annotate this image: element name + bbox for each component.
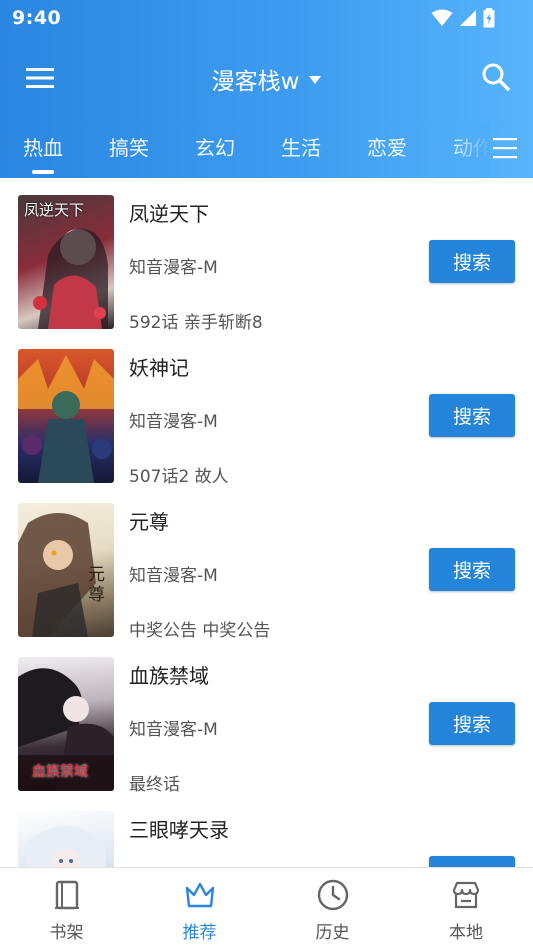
comic-item[interactable]: 元尊 元尊 知音漫客-M 中奖公告 中奖公告 搜索 <box>0 486 533 641</box>
nav-label: 推荐 <box>182 923 217 943</box>
comic-cover: 凤逆天下 <box>18 195 114 329</box>
comic-item[interactable]: 血族禁域 血族禁域 知音漫客-M 最终话 搜索 <box>0 640 533 795</box>
comic-latest-chapter: 507话2 故人 <box>129 467 229 487</box>
comic-latest-chapter: 592话 亲手斩断8 <box>129 313 263 333</box>
app-header: 9:40 漫客栈w 热血 搞笑 玄幻 生活 恋爱 动作 <box>0 0 533 178</box>
more-categories-button[interactable] <box>491 132 521 164</box>
search-icon <box>482 63 510 91</box>
status-icons <box>431 8 495 28</box>
comic-cover: 血族禁域 <box>18 657 114 791</box>
crown-icon <box>185 882 214 908</box>
bottom-navigation: 书架 推荐 历史 本地 <box>0 867 533 949</box>
comic-list: 凤逆天下 凤逆天下 知音漫客-M 592话 亲手斩断8 搜索 妖神记 知音漫客-… <box>0 178 533 867</box>
search-button[interactable] <box>479 60 513 94</box>
comic-source: 知音漫客-M <box>129 566 218 586</box>
tab-rexue[interactable]: 热血 <box>23 132 63 161</box>
list-menu-icon <box>493 138 517 159</box>
nav-label: 历史 <box>315 923 350 943</box>
cover-title: 元尊 <box>88 565 105 605</box>
tab-lianai[interactable]: 恋爱 <box>367 132 407 161</box>
comic-source: 知音漫客-M <box>129 720 218 740</box>
comic-item[interactable]: 妖神记 知音漫客-M 507话2 故人 搜索 <box>0 332 533 487</box>
search-comic-button[interactable]: 搜索 <box>429 702 515 745</box>
comic-title: 凤逆天下 <box>129 202 209 226</box>
comic-title: 血族禁域 <box>129 664 209 688</box>
comic-source: 知音漫客-M <box>129 412 218 432</box>
bookshelf-icon <box>54 880 79 910</box>
source-selector[interactable]: 漫客栈w <box>0 62 533 96</box>
clock-icon <box>317 879 348 911</box>
tab-xuanhuan[interactable]: 玄幻 <box>195 132 235 161</box>
nav-bookshelf[interactable]: 书架 <box>0 868 133 949</box>
comic-item[interactable]: 三眼哮天录 搜索 <box>0 794 533 867</box>
tab-gaoxiao[interactable]: 搞笑 <box>109 132 149 161</box>
comic-latest-chapter: 最终话 <box>129 775 180 795</box>
comic-item[interactable]: 凤逆天下 凤逆天下 知音漫客-M 592话 亲手斩断8 搜索 <box>0 178 533 333</box>
category-tabs: 热血 搞笑 玄幻 生活 恋爱 动作 <box>0 122 490 178</box>
comic-title: 三眼哮天录 <box>129 818 229 842</box>
nav-local[interactable]: 本地 <box>399 868 533 949</box>
comic-latest-chapter: 中奖公告 中奖公告 <box>129 621 271 641</box>
battery-icon <box>483 8 495 28</box>
comic-cover <box>18 349 114 483</box>
comic-source: 知音漫客-M <box>129 258 218 278</box>
signal-icon <box>460 10 476 26</box>
cover-title: 血族禁域 <box>32 764 88 780</box>
cover-title: 凤逆天下 <box>24 201 85 219</box>
comic-title: 元尊 <box>129 510 169 534</box>
dropdown-caret-icon <box>309 75 322 84</box>
app-title: 漫客栈w <box>211 69 300 95</box>
tabs-fade <box>450 122 490 178</box>
status-time: 9:40 <box>12 7 62 29</box>
tab-shenghuo[interactable]: 生活 <box>281 132 321 161</box>
nav-history[interactable]: 历史 <box>266 868 399 949</box>
cover-art <box>25 826 107 867</box>
comic-cover <box>18 811 114 867</box>
search-comic-button[interactable]: 搜索 <box>429 548 515 591</box>
cover-art <box>18 355 114 483</box>
comic-cover: 元尊 <box>18 503 114 637</box>
comic-title: 妖神记 <box>129 356 189 380</box>
store-icon <box>452 881 480 909</box>
toolbar: 漫客栈w <box>0 44 533 110</box>
search-comic-button[interactable]: 搜索 <box>429 856 515 867</box>
nav-recommend[interactable]: 推荐 <box>133 868 266 949</box>
search-comic-button[interactable]: 搜索 <box>429 394 515 437</box>
status-bar: 9:40 <box>0 0 533 36</box>
nav-label: 书架 <box>49 923 84 943</box>
nav-label: 本地 <box>449 923 483 943</box>
active-tab-indicator <box>32 170 54 174</box>
search-comic-button[interactable]: 搜索 <box>429 240 515 283</box>
wifi-icon <box>431 9 453 26</box>
